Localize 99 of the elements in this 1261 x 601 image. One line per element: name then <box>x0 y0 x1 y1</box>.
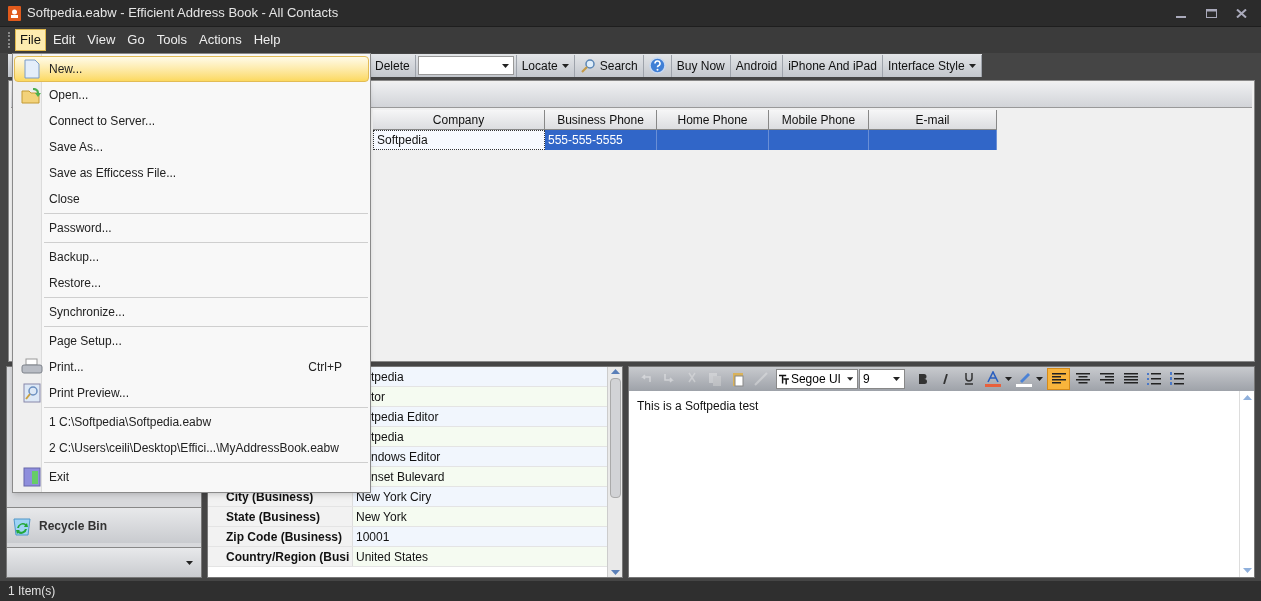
caret-icon <box>561 63 569 68</box>
scroll-thumb[interactable] <box>609 378 621 498</box>
maximize-icon <box>1205 8 1217 18</box>
menu-entry[interactable]: Synchronize... <box>14 299 369 325</box>
field-value: ndows Editor <box>371 448 441 466</box>
field-label: State (Business) <box>226 508 321 526</box>
menu-item[interactable]: Tools <box>151 29 192 51</box>
minimize-icon <box>1176 15 1186 18</box>
table-cell: Softpedia <box>373 130 545 150</box>
help-icon <box>648 57 666 74</box>
menu-entry[interactable]: New... <box>14 56 369 82</box>
field-value: tpedia <box>371 428 404 446</box>
caret-icon <box>846 377 854 381</box>
field-value: New York <box>356 508 407 526</box>
scroll-down-icon[interactable] <box>610 570 620 575</box>
scrollbar[interactable] <box>607 367 622 577</box>
search-icon <box>579 57 596 74</box>
column-header[interactable]: Company <box>373 110 545 130</box>
menu-entry[interactable]: Backup... <box>14 244 369 270</box>
folder-icon <box>21 86 43 104</box>
font-size-combo[interactable]: 9 <box>859 369 905 389</box>
highlight-button[interactable] <box>1016 371 1046 387</box>
scroll-up-icon[interactable] <box>1242 395 1252 400</box>
page-icon <box>23 59 41 79</box>
toolbar-dropdown[interactable]: Locate <box>516 54 575 77</box>
menu-entry[interactable]: Open... <box>14 82 369 108</box>
menu-item[interactable]: Edit <box>47 29 81 51</box>
menu-entry[interactable]: Print Preview... <box>14 380 369 406</box>
scroll-up-icon[interactable] <box>610 369 620 374</box>
menu-entry[interactable]: Page Setup... <box>14 328 369 354</box>
column-header[interactable]: Mobile Phone <box>769 110 869 130</box>
printer-icon <box>21 358 43 376</box>
menu-entry[interactable]: Connect to Server... <box>14 108 369 134</box>
menu-entry[interactable]: Close <box>14 186 369 212</box>
table-cell: 555-555-5555 <box>545 130 657 150</box>
caret-icon <box>501 63 509 68</box>
door-icon <box>23 467 41 487</box>
scroll-down-icon[interactable] <box>1242 568 1252 573</box>
field-value: New York Ciry <box>356 488 432 506</box>
menu-item[interactable]: Help <box>248 29 286 51</box>
menu-item[interactable]: View <box>82 29 121 51</box>
menu-item[interactable]: Go <box>122 29 150 51</box>
toolbar-button[interactable]: Buy Now <box>671 54 731 77</box>
menu-item[interactable]: File <box>15 29 46 51</box>
menu-entry[interactable]: Exit <box>14 464 369 490</box>
magnifier-icon <box>22 383 42 403</box>
caret-icon <box>968 63 976 68</box>
align-button[interactable] <box>1047 368 1070 390</box>
font-combo[interactable]: Segoe UI <box>776 369 858 389</box>
search-button[interactable]: Search <box>574 54 644 77</box>
toolbar-button[interactable]: iPhone And iPad <box>783 54 883 77</box>
table-row[interactable]: Softpedia 555-555-5555 <box>373 130 997 150</box>
underline-icon <box>964 373 974 385</box>
sidebar-item[interactable]: Recycle Bin <box>7 507 201 543</box>
field-value: 10001 <box>356 528 390 546</box>
menu-entry[interactable]: 2 C:\Users\ceili\Desktop\Effici...\MyAddressBook.eabw <box>14 435 369 461</box>
menu-entry[interactable]: Restore... <box>14 270 369 296</box>
caret-icon <box>1036 377 1043 381</box>
menu-entry[interactable]: Password... <box>14 215 369 241</box>
font-type-icon <box>779 373 789 385</box>
menu-entry[interactable]: Print... Ctrl+P <box>14 354 369 380</box>
caret-icon <box>186 560 193 565</box>
toolbar-combo[interactable] <box>417 56 514 75</box>
menu-entry[interactable]: Save as Efficcess File... <box>14 160 369 186</box>
close-icon <box>1235 8 1247 18</box>
field-label: Country/Region (Busi <box>226 548 350 566</box>
caret-icon <box>1005 377 1012 381</box>
font-size: 9 <box>863 371 870 388</box>
menu-entry[interactable]: Save As... <box>14 134 369 160</box>
align-icon <box>1123 373 1138 385</box>
window-title: Softpedia.eabw - Efficient Address Book - All Contacts <box>27 4 339 23</box>
caret-icon <box>893 377 900 381</box>
field-value: tpedia <box>371 368 404 386</box>
field-value: nset Bulevard <box>371 468 445 486</box>
app-icon <box>8 5 21 21</box>
column-header[interactable]: Business Phone <box>545 110 657 130</box>
status-text: 1 Item(s) <box>8 583 56 600</box>
italic-icon <box>941 374 951 384</box>
toolbar-dropdown[interactable]: Interface Style <box>882 54 982 77</box>
toolbar-button[interactable]: Android <box>730 54 784 77</box>
align-icon <box>1099 373 1114 385</box>
bold-icon <box>918 374 928 384</box>
column-header[interactable]: Home Phone <box>657 110 769 130</box>
note-text: This is a Softpedia test <box>637 399 759 413</box>
note-editor[interactable]: This is a Softpedia test <box>629 391 1239 577</box>
field-label: City (Business) <box>226 488 314 506</box>
font-name: Segoe UI <box>790 371 841 388</box>
field-value: United States <box>356 548 429 566</box>
font-color-button[interactable] <box>985 371 1015 387</box>
column-header[interactable]: E-mail <box>869 110 997 130</box>
menu-item[interactable]: Actions <box>194 29 247 51</box>
align-icon <box>1075 373 1090 385</box>
shortcut-text: Ctrl+P <box>308 359 342 376</box>
scrollbar[interactable] <box>1239 391 1254 577</box>
align-icon <box>1051 373 1066 385</box>
field-label: Zip Code (Business) <box>226 528 342 546</box>
field-value: tor <box>371 388 385 406</box>
menu-entry[interactable]: 1 C:\Softpedia\Softpedia.eabw <box>14 409 369 435</box>
field-value: tpedia Editor <box>371 408 439 426</box>
